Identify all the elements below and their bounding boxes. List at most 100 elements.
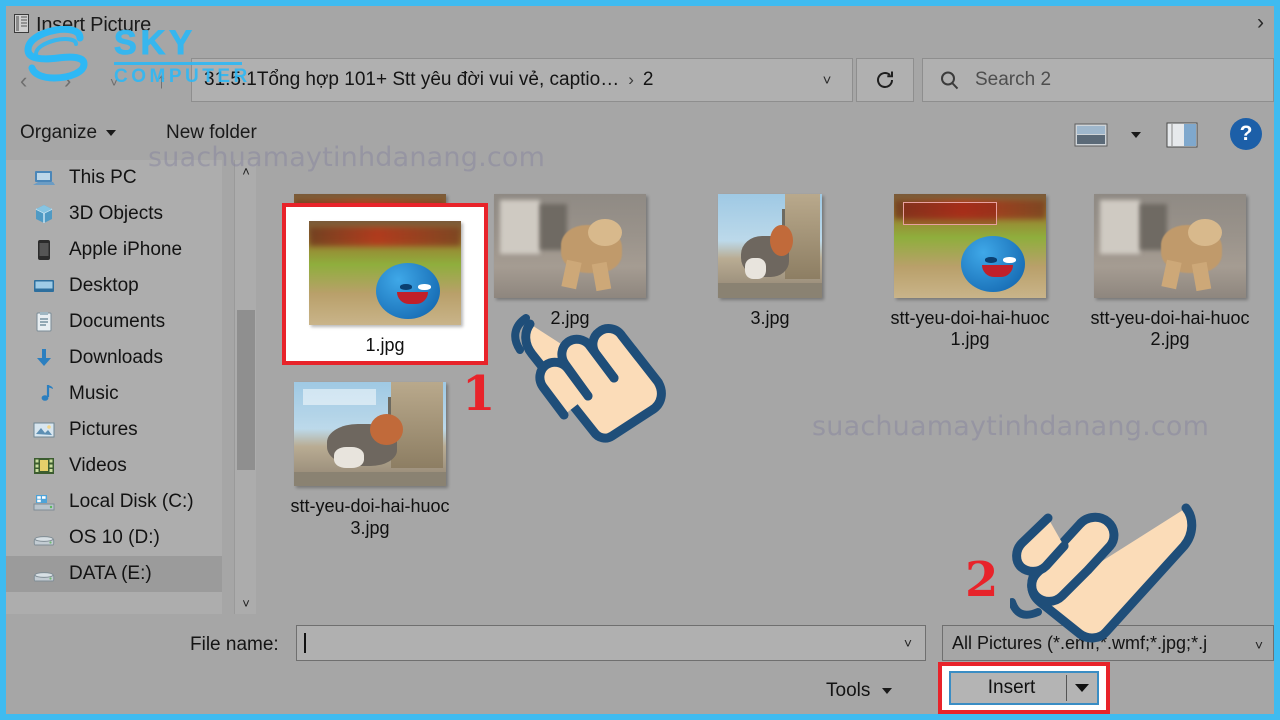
this-pc-icon xyxy=(32,167,56,189)
text-cursor xyxy=(304,633,306,653)
step-number-one: 1 xyxy=(462,366,496,422)
file-item[interactable]: stt-yeu-doi-hai-huoc3.jpg xyxy=(270,376,470,538)
sidebar-item-documents[interactable]: Documents xyxy=(6,304,222,340)
file-type-filter-value: All Pictures (*.emf;*.wmf;*.jpg;*.j xyxy=(952,632,1208,653)
picture-window-icon xyxy=(14,14,29,33)
file-row: stt-yeu-doi-hai-huoc3.jpg xyxy=(270,376,1274,538)
sidebar-item-desktop[interactable]: Desktop xyxy=(6,268,222,304)
tools-button[interactable]: Tools xyxy=(826,680,893,702)
desktop-icon xyxy=(32,275,56,297)
breadcrumb[interactable]: 31.5.1Tổng hợp 101+ Stt yêu đời vui vẻ, … xyxy=(192,69,802,91)
scroll-down-icon[interactable]: ˅ xyxy=(235,592,257,614)
sidebar-item-apple-iphone[interactable]: Apple iPhone xyxy=(6,232,222,268)
title-bar: Insert Picture › xyxy=(6,6,1274,48)
file-name: stt-yeu-doi-hai-huoc2.jpg xyxy=(1090,308,1250,350)
new-folder-button[interactable]: New folder xyxy=(166,122,257,144)
downloads-icon xyxy=(32,347,56,369)
file-type-filter-select[interactable]: All Pictures (*.emf;*.wmf;*.jpg;*.j ˅ xyxy=(942,625,1274,661)
sidebar-item-label: Local Disk (C:) xyxy=(69,491,194,512)
file-thumbnail xyxy=(1094,194,1246,298)
search-input[interactable]: Search 2 xyxy=(975,69,1051,91)
sidebar-item-label: 3D Objects xyxy=(69,203,163,224)
chevron-down-icon: ˅ xyxy=(1254,637,1263,653)
back-icon[interactable]: ‹ xyxy=(20,68,27,94)
file-name-dropdown-icon[interactable]: ˅ xyxy=(891,626,925,660)
insert-dropdown-icon[interactable] xyxy=(1067,683,1097,693)
breadcrumb-separator-icon: › xyxy=(628,70,634,89)
sidebar-item-data-e[interactable]: DATA (E:) xyxy=(6,556,222,592)
sidebar-item-3d-objects[interactable]: 3D Objects xyxy=(6,196,222,232)
sidebar-item-videos[interactable]: Videos xyxy=(6,448,222,484)
insert-button[interactable]: Insert xyxy=(949,671,1099,705)
sidebar-item-this-pc[interactable]: This PC xyxy=(6,160,222,196)
file-name: 3.jpg xyxy=(750,308,790,328)
sidebar-item-label: Apple iPhone xyxy=(69,239,183,260)
tools-label: Tools xyxy=(826,680,871,701)
drive-icon xyxy=(32,563,56,585)
view-layout-icon[interactable] xyxy=(1074,122,1108,148)
selected-file-highlight: 1.jpg xyxy=(282,203,488,365)
chevron-down-icon xyxy=(106,130,117,136)
forward-icon[interactable]: › xyxy=(64,68,71,94)
file-thumbnail xyxy=(309,221,461,325)
file-item-selected[interactable]: 1.jpg xyxy=(286,207,484,361)
file-name: stt-yeu-doi-hai-huoc3.jpg xyxy=(290,496,450,538)
content-area: This PC 3D Objects Apple iPhone Desktop Docu… xyxy=(6,160,1274,614)
sidebar-item-pictures[interactable]: Pictures xyxy=(6,412,222,448)
file-thumbnail xyxy=(294,382,446,487)
file-item[interactable]: stt-yeu-doi-hai-huoc1.jpg xyxy=(870,188,1070,350)
file-name-input[interactable]: ˅ xyxy=(296,625,926,661)
address-bar[interactable]: 31.5.1Tổng hợp 101+ Stt yêu đời vui vẻ, … xyxy=(191,58,853,102)
breadcrumb-item-folder[interactable]: 31.5.1Tổng hợp 101+ Stt yêu đời vui vẻ, … xyxy=(204,69,619,91)
sidebar-item-downloads[interactable]: Downloads xyxy=(6,340,222,376)
sidebar-item-label: Desktop xyxy=(69,275,139,296)
recent-locations-icon[interactable]: ˅ xyxy=(110,74,118,90)
address-bar-row: ‹ › ˅ ↑ 31.5.1Tổng hợp 101+ Stt yêu đời … xyxy=(6,48,1274,110)
chevron-down-icon[interactable] xyxy=(1131,132,1141,138)
file-name: 1.jpg xyxy=(365,335,405,355)
sidebar-item-music[interactable]: Music xyxy=(6,376,222,412)
sidebar-item-label: Videos xyxy=(69,455,127,476)
refresh-icon[interactable] xyxy=(856,58,914,102)
scroll-up-icon[interactable]: ˄ xyxy=(235,160,257,182)
3d-objects-icon xyxy=(32,203,56,225)
file-item[interactable]: 2.jpg xyxy=(470,188,670,350)
sidebar-item-label: Documents xyxy=(69,311,166,332)
sidebar-item-label: Downloads xyxy=(69,347,163,368)
search-box[interactable]: Search 2 xyxy=(922,58,1274,102)
file-thumbnail xyxy=(718,194,822,298)
breadcrumb-item-current[interactable]: 2 xyxy=(643,69,654,91)
file-thumbnail xyxy=(494,194,646,298)
scrollbar-thumb[interactable] xyxy=(237,310,255,470)
close-icon[interactable]: › xyxy=(1257,12,1264,33)
file-item[interactable]: 3.jpg xyxy=(670,188,870,350)
insert-button-highlight: Insert xyxy=(938,662,1110,714)
videos-icon xyxy=(32,455,56,477)
file-thumbnail xyxy=(894,194,1046,298)
help-button[interactable]: ? xyxy=(1230,118,1262,150)
command-toolbar: Organize New folder ? xyxy=(6,110,1274,160)
insert-picture-dialog: Insert Picture › ‹ › ˅ ↑ 31.5.1Tổng hợp … xyxy=(6,6,1274,714)
documents-icon xyxy=(32,311,56,333)
sidebar-item-local-disk-c[interactable]: Local Disk (C:) xyxy=(6,484,222,520)
sidebar-item-label: Music xyxy=(69,383,119,404)
navigation-sidebar[interactable]: This PC 3D Objects Apple iPhone Desktop Docu… xyxy=(6,160,222,614)
sidebar-item-label: Pictures xyxy=(69,419,138,440)
address-dropdown-icon[interactable]: ˅ xyxy=(802,59,852,101)
file-item[interactable]: stt-yeu-doi-hai-huoc2.jpg xyxy=(1070,188,1270,350)
file-name: 2.jpg xyxy=(550,308,590,328)
local-disk-icon xyxy=(32,491,56,513)
file-name: stt-yeu-doi-hai-huoc1.jpg xyxy=(890,308,1050,350)
pictures-icon xyxy=(32,419,56,441)
up-icon[interactable]: ↑ xyxy=(156,68,167,94)
organize-button[interactable]: Organize xyxy=(20,122,117,144)
sidebar-scrollbar[interactable]: ˄ ˅ xyxy=(234,160,256,614)
sidebar-item-label: DATA (E:) xyxy=(69,563,152,584)
sidebar-item-os-10-d[interactable]: OS 10 (D:) xyxy=(6,520,222,556)
organize-label: Organize xyxy=(20,122,98,143)
sidebar-item-label: This PC xyxy=(69,167,137,188)
music-icon xyxy=(32,383,56,405)
preview-pane-icon[interactable] xyxy=(1166,121,1198,149)
search-icon xyxy=(923,70,975,91)
drive-icon xyxy=(32,527,56,549)
